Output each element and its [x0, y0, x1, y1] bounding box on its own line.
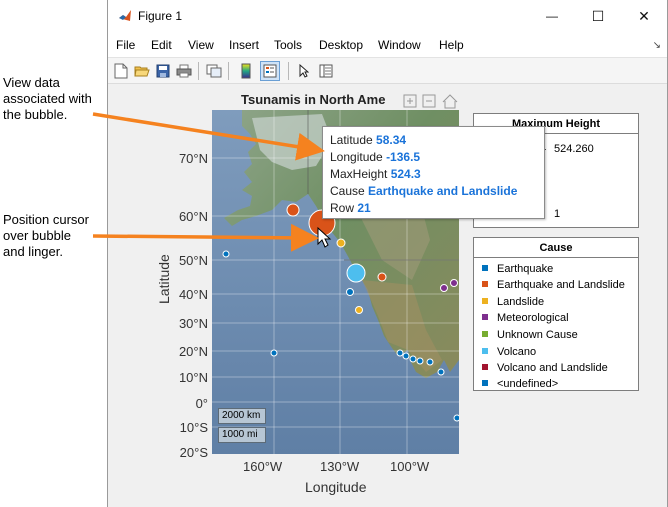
- annotation-arrows: [92, 112, 325, 252]
- arrow-to-datatip: [92, 112, 325, 161]
- arrow-to-bubble: [92, 223, 319, 252]
